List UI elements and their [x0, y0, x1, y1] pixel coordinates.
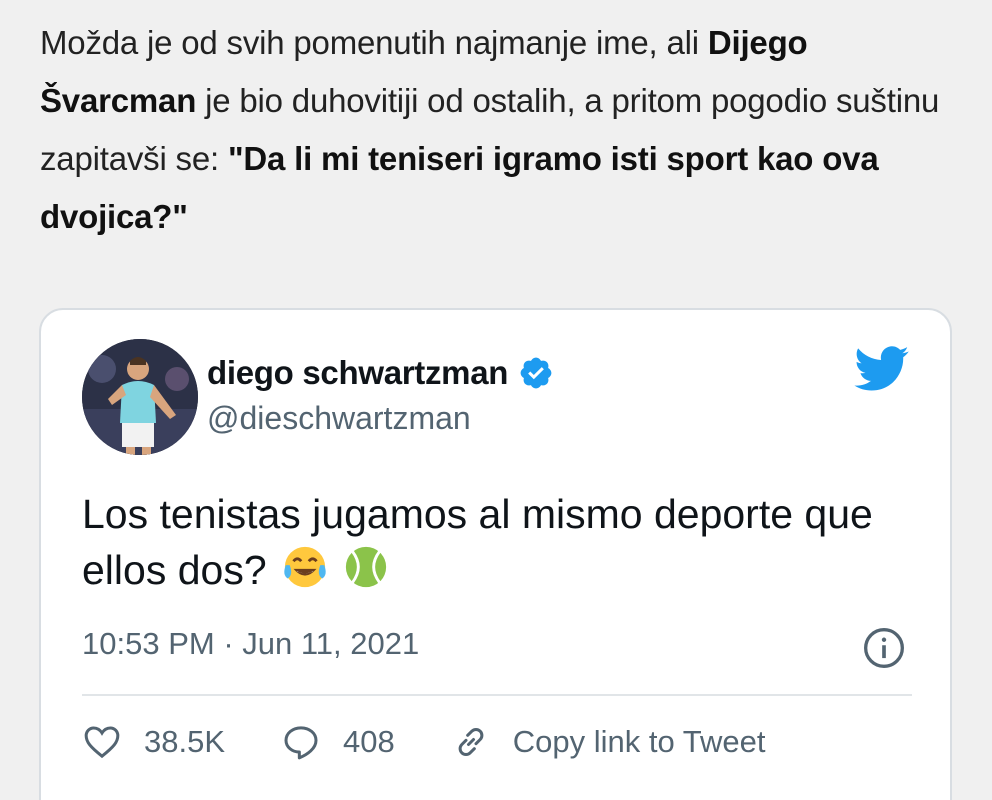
author-name[interactable]: diego schwartzman — [207, 354, 508, 392]
tweet-text: Los tenistas jugamos al mismo deporte qu… — [82, 486, 902, 598]
tweet-time[interactable]: 10:53 PM — [82, 626, 215, 661]
tweet-date[interactable]: Jun 11, 2021 — [242, 626, 419, 661]
reply-count[interactable]: 408 — [343, 724, 395, 760]
tweet-timestamp[interactable]: 10:53 PM · Jun 11, 2021 — [82, 626, 419, 662]
tweet-text-content: Los tenistas jugamos al mismo deporte qu… — [82, 491, 873, 593]
author-handle[interactable]: @dieschwartzman — [207, 400, 471, 437]
tweet-actions: 38.5K 408 Copy link to Tweet — [82, 722, 821, 762]
article-paragraph: Možda je od svih pomenutih najmanje ime,… — [40, 14, 960, 246]
info-icon[interactable] — [862, 626, 906, 670]
embedded-tweet[interactable]: diego schwartzman @dieschwartzman Los te… — [39, 308, 952, 800]
copy-link-label[interactable]: Copy link to Tweet — [513, 724, 766, 760]
link-icon — [458, 728, 484, 756]
article-text-intro: Možda je od svih pomenutih najmanje ime,… — [40, 24, 708, 61]
tennis-ball-emoji-icon — [346, 546, 387, 588]
heart-icon — [84, 726, 120, 759]
like-button[interactable]: 38.5K — [82, 722, 225, 762]
avatar[interactable] — [82, 339, 198, 455]
tears-of-joy-emoji-icon — [284, 546, 326, 588]
verified-badge-icon — [520, 357, 552, 389]
reply-button[interactable]: 408 — [281, 722, 395, 762]
divider — [82, 694, 912, 696]
twitter-bird-icon[interactable] — [854, 346, 910, 392]
like-count[interactable]: 38.5K — [144, 724, 225, 760]
author-name-row[interactable]: diego schwartzman — [207, 354, 554, 392]
avatar-photo — [82, 339, 198, 455]
timestamp-separator: · — [214, 626, 243, 661]
reply-bubble-icon — [284, 726, 318, 760]
copy-link-button[interactable]: Copy link to Tweet — [451, 722, 766, 762]
